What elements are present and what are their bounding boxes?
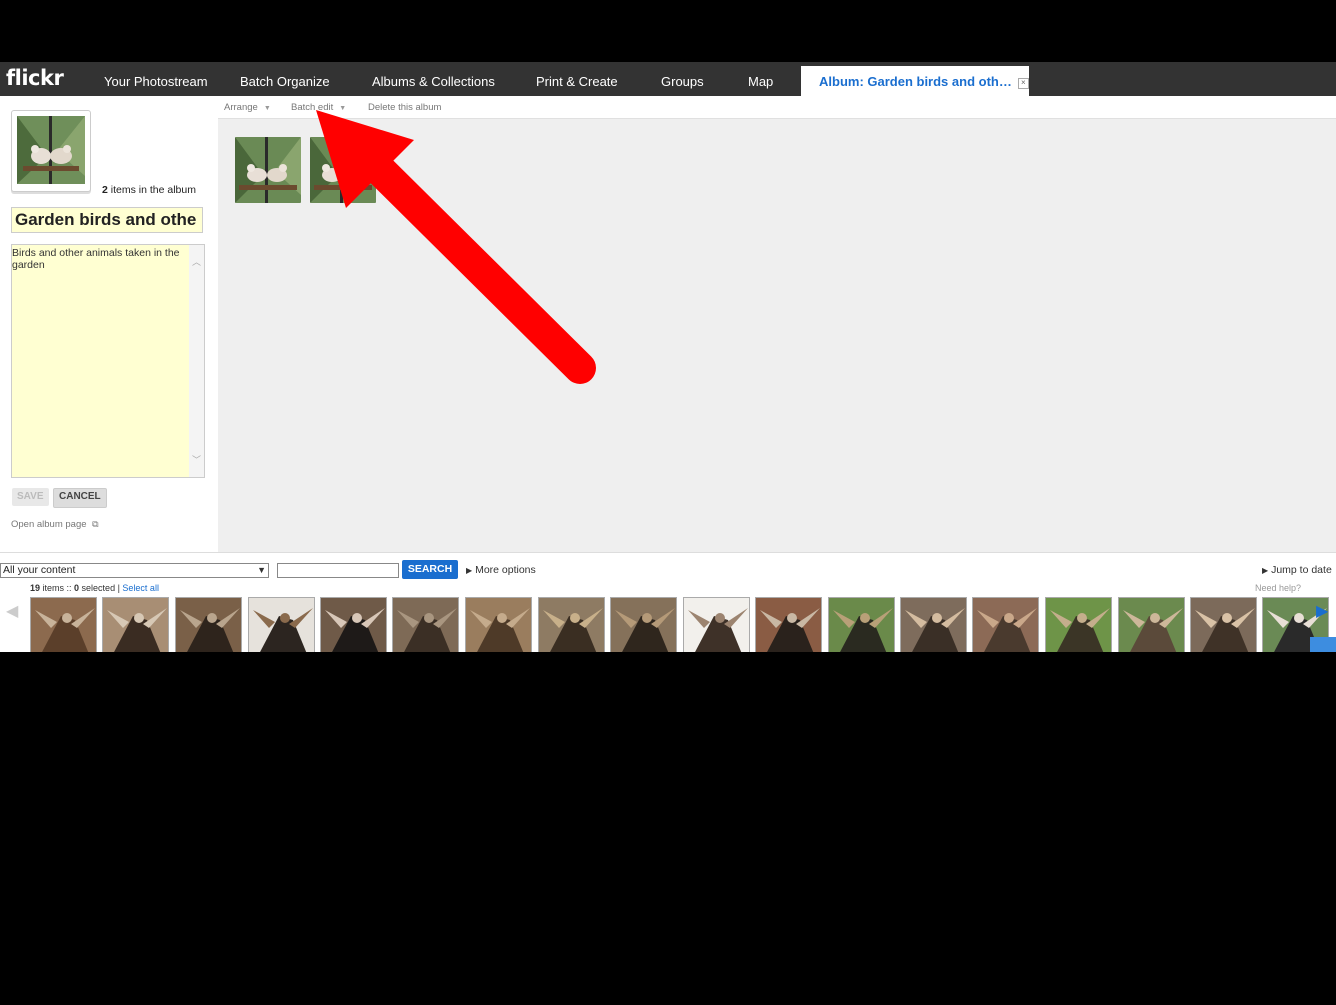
annotation-arrow bbox=[316, 110, 596, 384]
